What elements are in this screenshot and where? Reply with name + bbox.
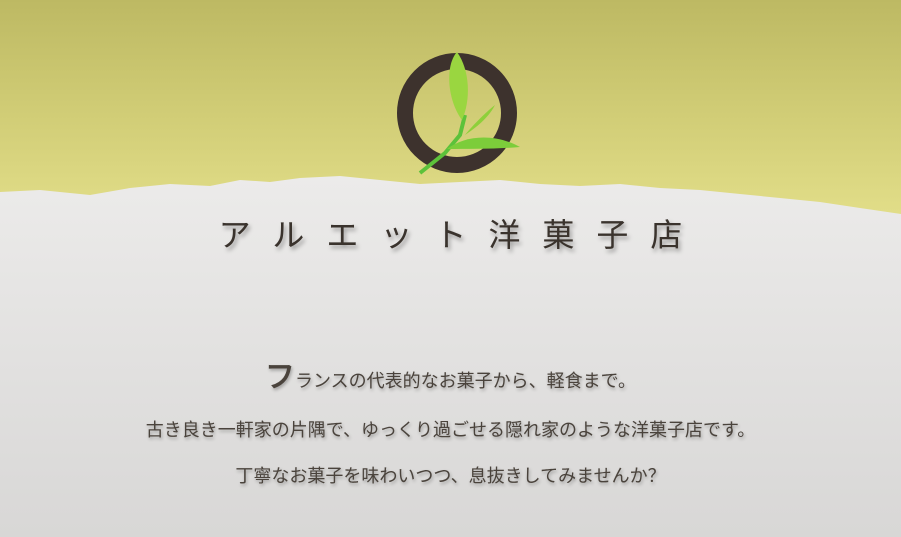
intro-line-3: 丁寧なお菓子を味わいつつ、息抜きしてみませんか？ [235, 466, 666, 487]
logo-icon [397, 52, 520, 175]
intro-drop-cap: フ [265, 360, 296, 395]
intro-line-1: フランスの代表的なお菓子から、軽食まで。 [0, 352, 901, 396]
intro-line-1-text: ランスの代表的なお菓子から、軽食まで。 [295, 371, 636, 392]
shop-name-title: アルエット洋菓子店 [218, 216, 705, 254]
intro-line-2: 古き良き一軒家の片隅で、ゆっくり過ごせる隠れ家のような洋菓子店です。 [145, 420, 756, 441]
